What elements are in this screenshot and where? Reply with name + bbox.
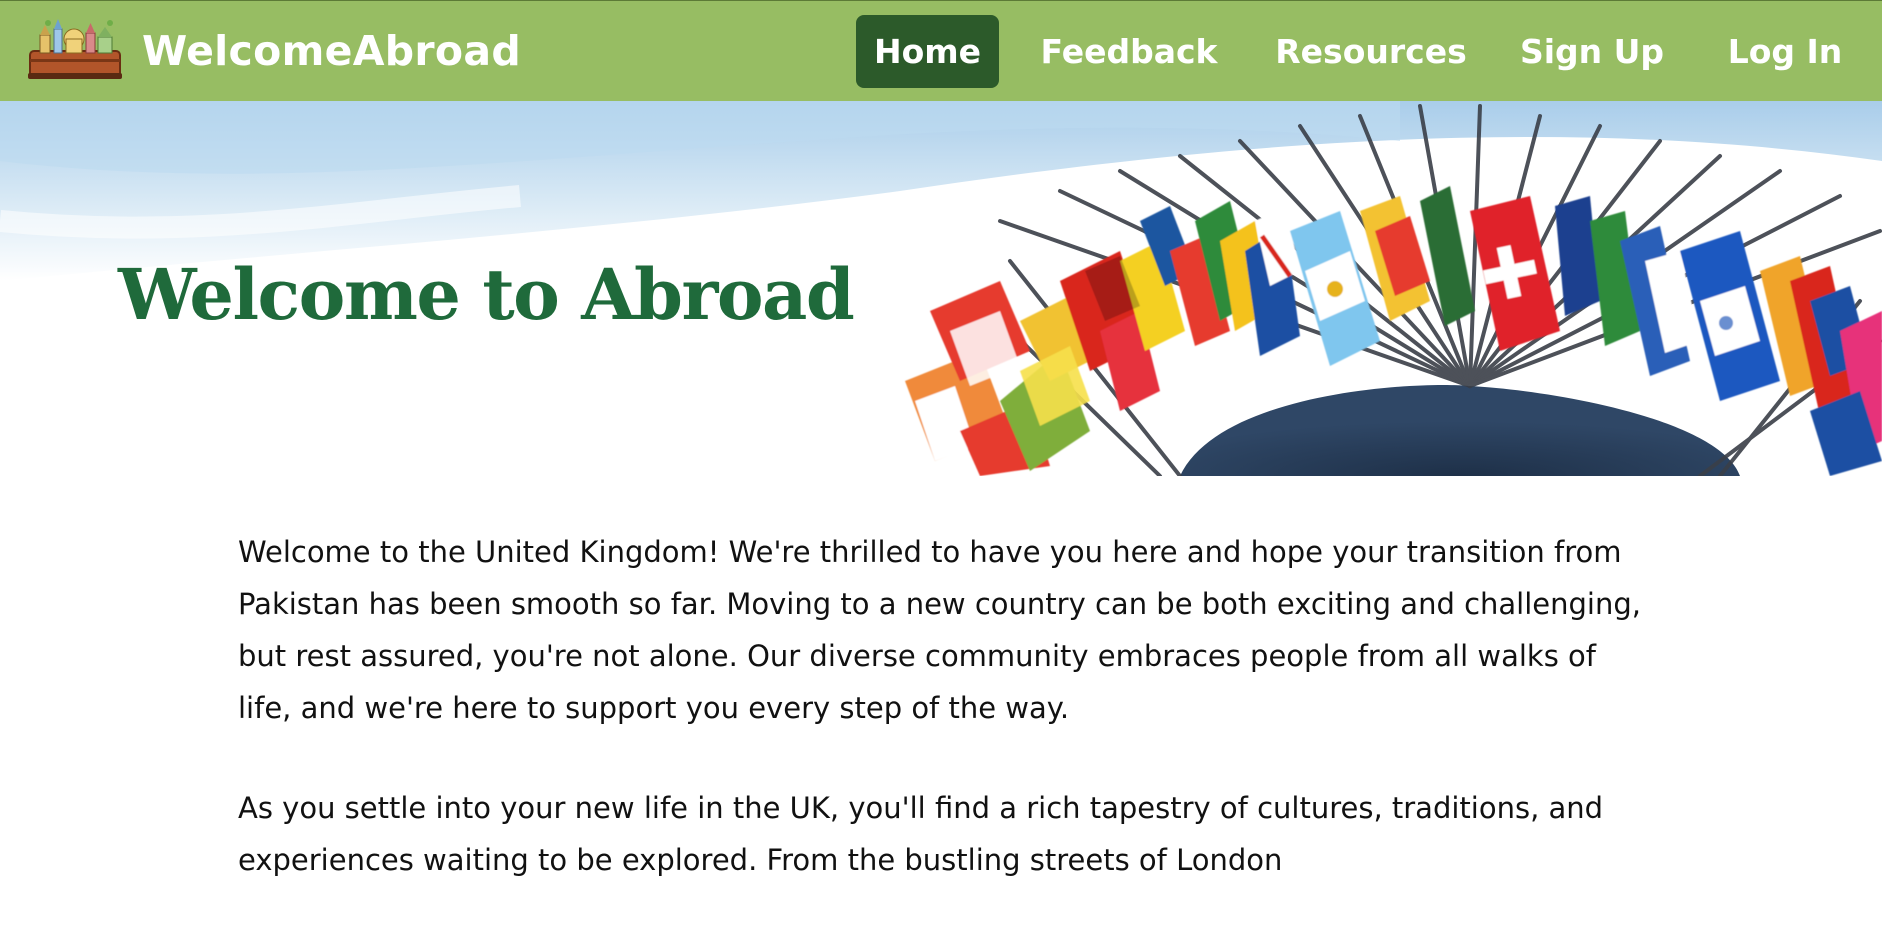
nav-feedback-link[interactable]: Feedback	[1034, 15, 1224, 88]
intro-paragraph: Welcome to the United Kingdom! We're thr…	[238, 535, 1641, 725]
hero-title: Welcome to Abroad	[118, 253, 855, 336]
nav-resources-link[interactable]: Resources	[1270, 15, 1472, 88]
nav-signup-link[interactable]: Sign Up	[1516, 15, 1668, 88]
nav-login-link[interactable]: Log In	[1712, 15, 1858, 88]
nav-home-link[interactable]: Home	[856, 15, 999, 88]
main-content: Welcome to the United Kingdom! We're thr…	[238, 526, 1648, 934]
brand-name[interactable]: WelcomeAbroad	[142, 23, 521, 79]
suitcase-landmarks-icon[interactable]	[26, 15, 124, 81]
top-navbar: WelcomeAbroad Home Feedback Resources Si…	[0, 0, 1882, 101]
hero-banner: Welcome to Abroad	[0, 101, 1882, 476]
culture-paragraph: As you settle into your new life in the …	[238, 791, 1604, 877]
